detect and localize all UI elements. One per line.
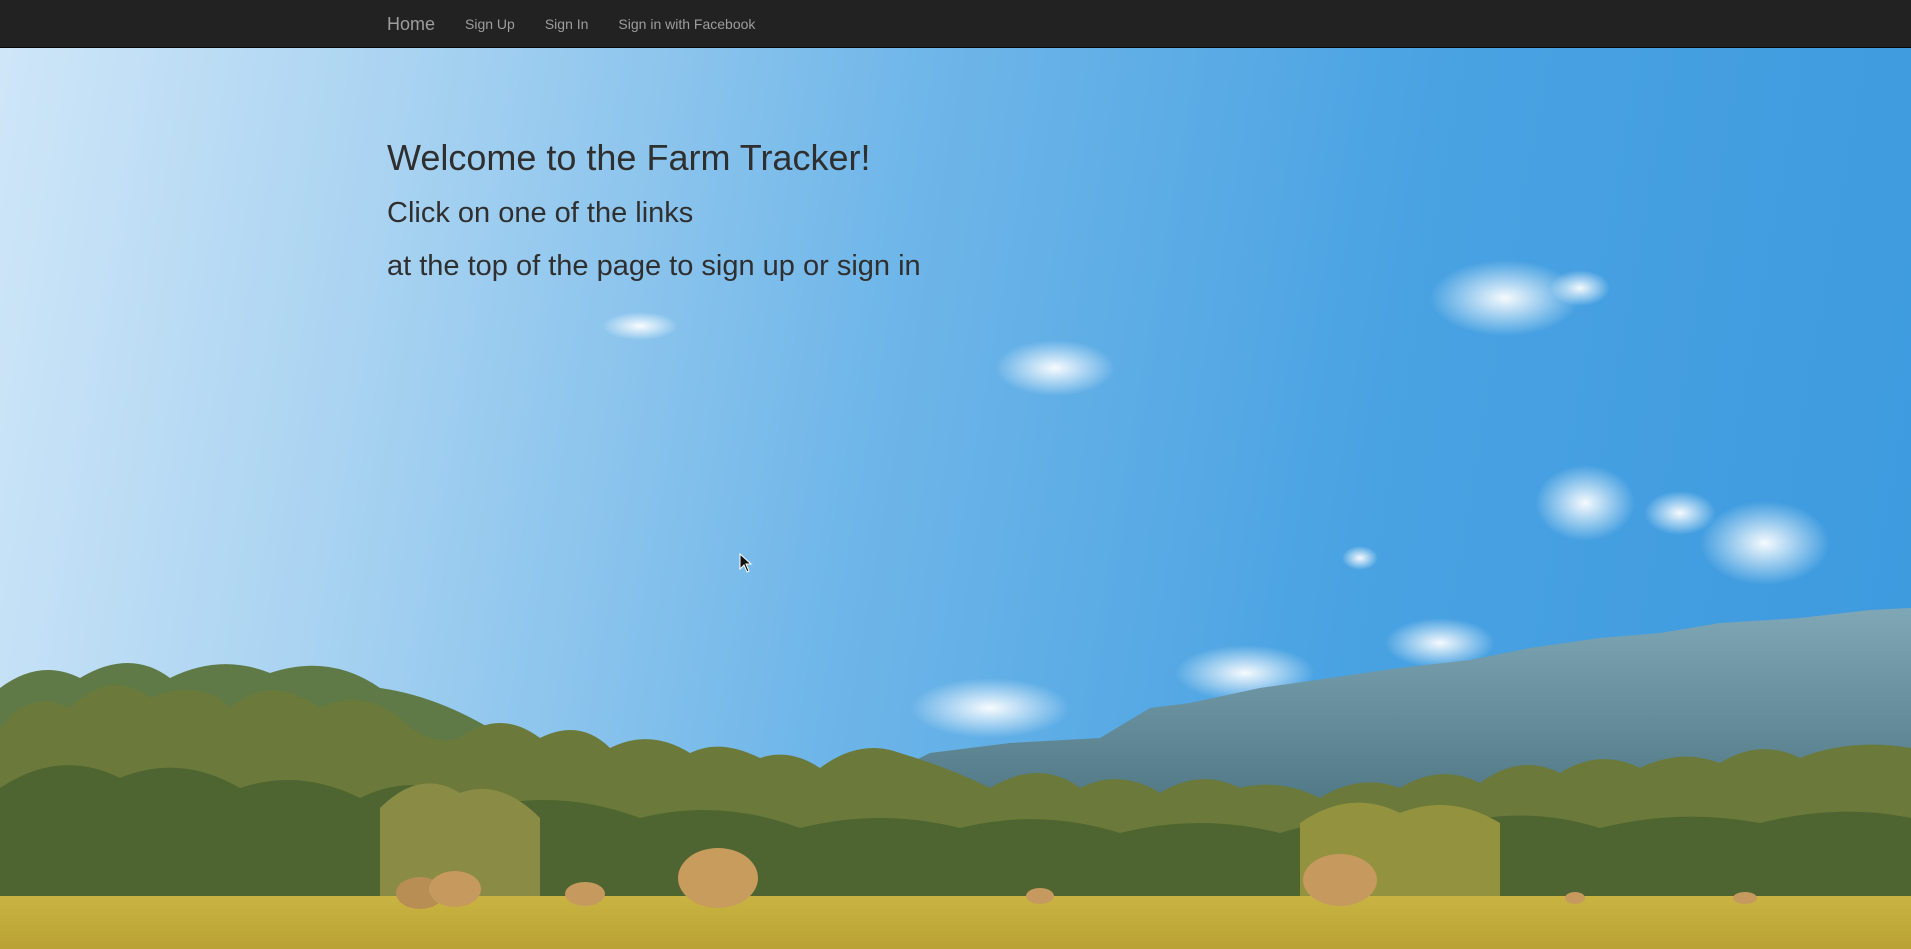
instruction-line-2: at the top of the page to sign up or sig… [387,250,921,282]
instruction-line-1: Click on one of the links [387,197,694,229]
nav-facebook-sign-in-link[interactable]: Sign in with Facebook [603,0,770,48]
mouse-pointer-icon [739,553,753,573]
nav-home-link[interactable]: Home [372,0,450,48]
hero-background-image [0,48,1911,949]
welcome-heading: Welcome to the Farm Tracker! [387,137,871,178]
landscape-illustration [0,260,1911,949]
nav-container: Home Sign Up Sign In Sign in with Facebo… [372,0,770,48]
nav-sign-in-link[interactable]: Sign In [530,0,604,48]
nav-sign-up-link[interactable]: Sign Up [450,0,530,48]
top-navbar: Home Sign Up Sign In Sign in with Facebo… [0,0,1911,48]
hay-field [0,896,1911,949]
